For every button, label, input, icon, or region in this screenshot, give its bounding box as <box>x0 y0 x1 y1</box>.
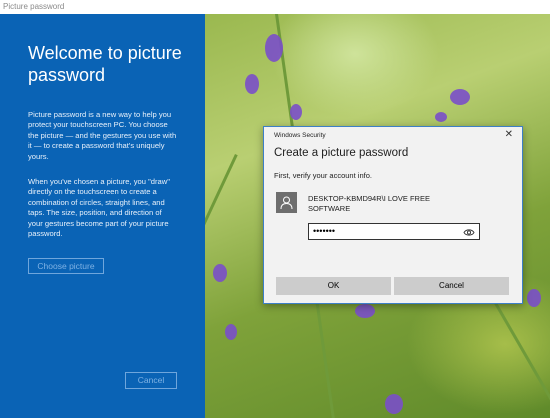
cancel-setup-button[interactable]: Cancel <box>125 372 177 389</box>
close-icon[interactable]: ✕ <box>505 129 513 140</box>
intro-paragraph: Picture password is a new way to help yo… <box>28 110 177 161</box>
ok-button[interactable]: OK <box>276 277 391 295</box>
windows-security-dialog: Windows Security ✕ Create a picture pass… <box>263 126 523 304</box>
instructions-paragraph: When you've chosen a picture, you "draw"… <box>28 177 170 239</box>
password-value: ••••••• <box>313 226 336 236</box>
page-title: Welcome to picture password <box>28 43 182 85</box>
account-name: DESKTOP-KBMD94R\I LOVE FREE SOFTWARE <box>308 194 430 213</box>
dialog-heading: Create a picture password <box>274 147 409 159</box>
eye-icon[interactable] <box>463 227 475 242</box>
window-title: Picture password <box>0 0 550 14</box>
dialog-caption: Windows Security <box>274 132 326 139</box>
password-field[interactable]: ••••••• <box>308 223 480 240</box>
user-icon <box>276 192 297 213</box>
dialog-subtitle: First, verify your account info. <box>274 171 372 180</box>
cancel-button[interactable]: Cancel <box>394 277 509 295</box>
choose-picture-button[interactable]: Choose picture <box>28 258 104 274</box>
intro-panel: Welcome to picture password Picture pass… <box>0 14 205 418</box>
